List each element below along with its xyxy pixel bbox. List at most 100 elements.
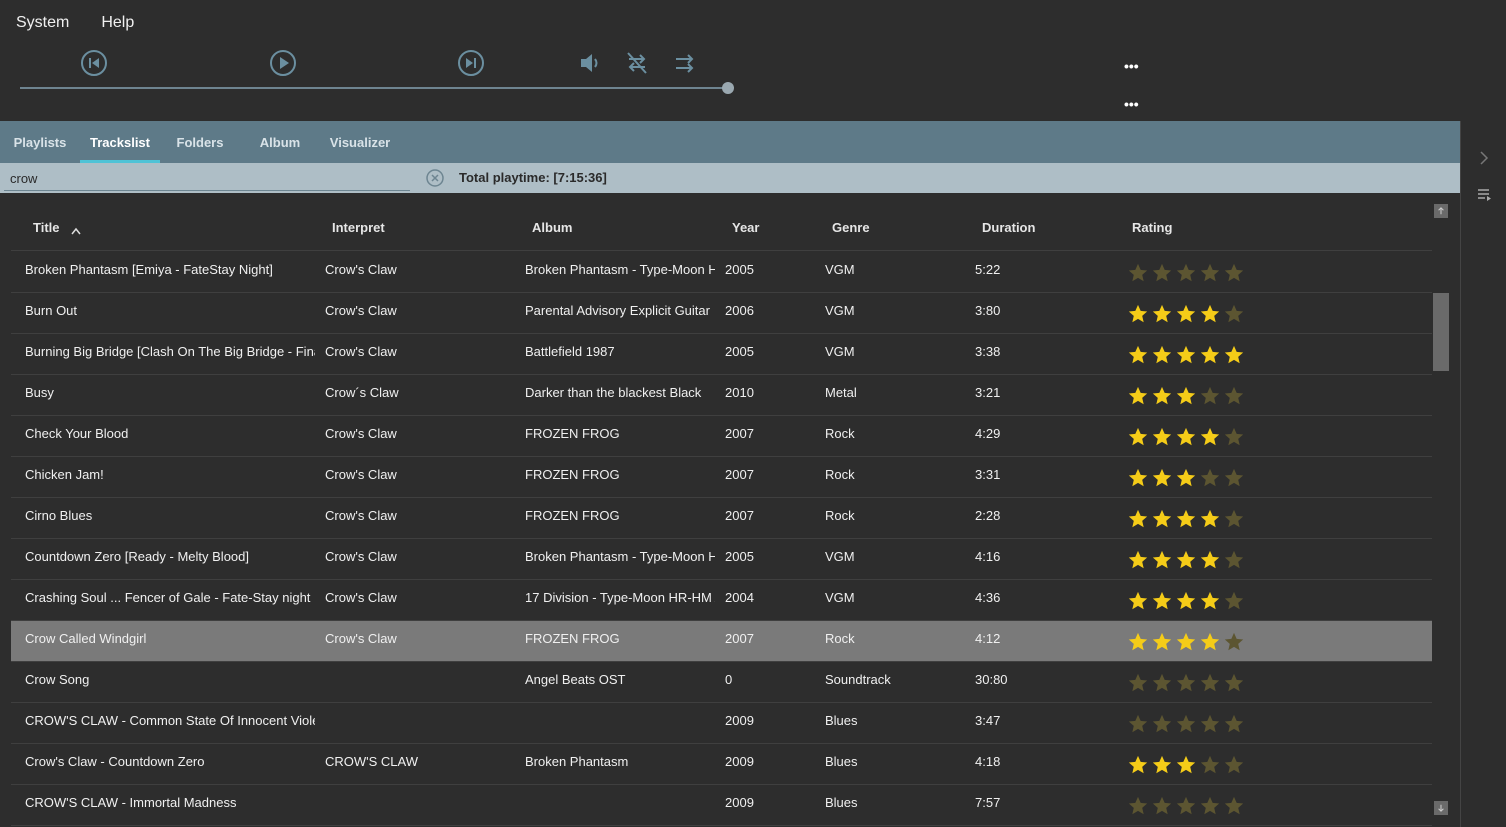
star-filled-icon[interactable]: [1151, 508, 1175, 530]
star-empty-icon[interactable]: [1127, 672, 1151, 694]
table-row[interactable]: Crow Song Angel Beats OST 0 Soundtrack 30:80: [11, 662, 1432, 703]
rating-stars[interactable]: [1127, 754, 1247, 776]
col-duration[interactable]: Duration: [982, 220, 1035, 235]
star-empty-icon[interactable]: [1175, 672, 1199, 694]
star-filled-icon[interactable]: [1127, 344, 1151, 366]
star-filled-icon[interactable]: [1151, 385, 1175, 407]
search-input[interactable]: [4, 167, 410, 191]
star-filled-icon[interactable]: [1127, 303, 1151, 325]
star-filled-icon[interactable]: [1175, 344, 1199, 366]
play-icon[interactable]: [267, 47, 299, 79]
star-empty-icon[interactable]: [1223, 385, 1247, 407]
star-filled-icon[interactable]: [1223, 344, 1247, 366]
star-filled-icon[interactable]: [1175, 754, 1199, 776]
volume-icon[interactable]: [574, 47, 606, 79]
table-row[interactable]: Crashing Soul ... Fencer of Gale - Fate-…: [11, 580, 1432, 621]
rating-stars[interactable]: [1127, 549, 1247, 571]
table-row[interactable]: Chicken Jam! Crow's Claw FROZEN FROG 2007 Ro…: [11, 457, 1432, 498]
star-empty-icon[interactable]: [1223, 590, 1247, 612]
rating-stars[interactable]: [1127, 713, 1247, 735]
col-rating[interactable]: Rating: [1132, 220, 1172, 235]
star-filled-icon[interactable]: [1175, 303, 1199, 325]
star-filled-icon[interactable]: [1175, 508, 1199, 530]
star-empty-icon[interactable]: [1223, 549, 1247, 571]
tab-playlists[interactable]: Playlists: [0, 121, 80, 163]
table-row[interactable]: Broken Phantasm [Emiya - FateStay Night]…: [11, 252, 1432, 293]
table-row[interactable]: Crow Called Windgirl Crow's Claw FROZEN FR…: [11, 621, 1432, 662]
star-filled-icon[interactable]: [1151, 344, 1175, 366]
star-filled-icon[interactable]: [1127, 385, 1151, 407]
shuffle-icon[interactable]: [669, 47, 701, 79]
queue-list-icon[interactable]: [1475, 185, 1493, 203]
star-empty-icon[interactable]: [1223, 754, 1247, 776]
star-empty-icon[interactable]: [1175, 795, 1199, 817]
star-empty-icon[interactable]: [1151, 795, 1175, 817]
star-empty-icon[interactable]: [1199, 467, 1223, 489]
star-empty-icon[interactable]: [1127, 262, 1151, 284]
star-filled-icon[interactable]: [1175, 426, 1199, 448]
star-filled-icon[interactable]: [1175, 590, 1199, 612]
star-filled-icon[interactable]: [1175, 549, 1199, 571]
star-filled-icon[interactable]: [1199, 590, 1223, 612]
star-empty-icon[interactable]: [1199, 262, 1223, 284]
repeat-off-icon[interactable]: [621, 47, 653, 79]
rating-stars[interactable]: [1127, 631, 1247, 653]
menu-help[interactable]: Help: [85, 14, 150, 32]
star-filled-icon[interactable]: [1151, 631, 1175, 653]
star-empty-icon[interactable]: [1223, 713, 1247, 735]
rating-stars[interactable]: [1127, 344, 1247, 366]
star-filled-icon[interactable]: [1199, 303, 1223, 325]
rating-stars[interactable]: [1127, 426, 1247, 448]
star-empty-icon[interactable]: [1175, 262, 1199, 284]
star-filled-icon[interactable]: [1151, 754, 1175, 776]
star-filled-icon[interactable]: [1151, 549, 1175, 571]
star-empty-icon[interactable]: [1223, 467, 1247, 489]
star-filled-icon[interactable]: [1175, 385, 1199, 407]
tab-album[interactable]: Album: [240, 121, 320, 163]
star-empty-icon[interactable]: [1223, 303, 1247, 325]
table-row[interactable]: CROW'S CLAW - Immortal Madness 2009 Blues 7…: [11, 785, 1432, 826]
star-empty-icon[interactable]: [1199, 385, 1223, 407]
scroll-thumb[interactable]: [1433, 293, 1449, 371]
star-empty-icon[interactable]: [1223, 426, 1247, 448]
star-filled-icon[interactable]: [1127, 631, 1151, 653]
star-empty-icon[interactable]: [1127, 795, 1151, 817]
chevron-right-icon[interactable]: [1475, 149, 1493, 167]
scroll-down-icon[interactable]: [1434, 801, 1448, 815]
col-genre[interactable]: Genre: [832, 220, 870, 235]
table-row[interactable]: Countdown Zero [Ready - Melty Blood] Crow…: [11, 539, 1432, 580]
star-empty-icon[interactable]: [1199, 672, 1223, 694]
star-empty-icon[interactable]: [1199, 754, 1223, 776]
more-options-top[interactable]: •••: [1124, 58, 1139, 74]
star-empty-icon[interactable]: [1151, 672, 1175, 694]
star-filled-icon[interactable]: [1151, 590, 1175, 612]
star-empty-icon[interactable]: [1175, 713, 1199, 735]
rating-stars[interactable]: [1127, 795, 1247, 817]
star-filled-icon[interactable]: [1127, 549, 1151, 571]
rating-stars[interactable]: [1127, 672, 1247, 694]
tab-trackslist[interactable]: Trackslist: [80, 121, 160, 163]
col-title[interactable]: Title: [33, 220, 60, 235]
star-filled-icon[interactable]: [1151, 303, 1175, 325]
tab-folders[interactable]: Folders: [160, 121, 240, 163]
star-empty-icon[interactable]: [1151, 262, 1175, 284]
table-row[interactable]: Check Your Blood Crow's Claw FROZEN FROG 20…: [11, 416, 1432, 457]
star-empty-icon[interactable]: [1199, 713, 1223, 735]
menu-system[interactable]: System: [0, 14, 85, 32]
more-options-bottom[interactable]: •••: [1124, 96, 1139, 112]
skip-next-icon[interactable]: [455, 47, 487, 79]
star-filled-icon[interactable]: [1175, 631, 1199, 653]
table-row[interactable]: Busy Crow´s Claw Darker than the blackest …: [11, 375, 1432, 416]
star-filled-icon[interactable]: [1199, 631, 1223, 653]
star-filled-icon[interactable]: [1151, 426, 1175, 448]
star-empty-icon[interactable]: [1151, 713, 1175, 735]
star-empty-icon[interactable]: [1223, 795, 1247, 817]
rating-stars[interactable]: [1127, 590, 1247, 612]
rating-stars[interactable]: [1127, 303, 1247, 325]
rating-stars[interactable]: [1127, 508, 1247, 530]
clear-search-icon[interactable]: [425, 168, 445, 188]
table-row[interactable]: CROW'S CLAW - Common State Of Innocent V…: [11, 703, 1432, 744]
col-year[interactable]: Year: [732, 220, 759, 235]
star-filled-icon[interactable]: [1199, 426, 1223, 448]
star-filled-icon[interactable]: [1199, 508, 1223, 530]
